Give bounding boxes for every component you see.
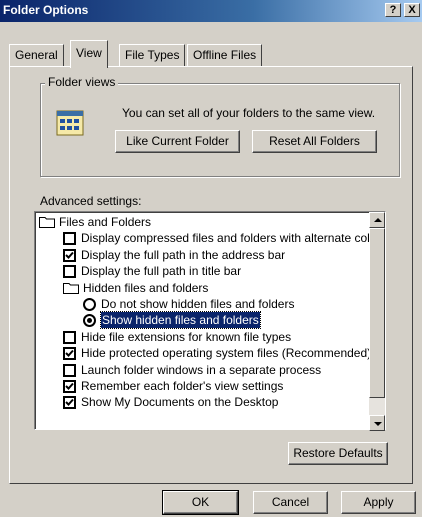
ok-label: OK (191, 495, 210, 509)
tab-offline-files[interactable]: Offline Files (187, 44, 263, 66)
cancel-button[interactable]: Cancel (253, 491, 328, 514)
checkbox[interactable] (63, 380, 76, 393)
scroll-thumb[interactable] (369, 228, 385, 398)
like-current-folder-label: Like Current Folder (126, 134, 229, 148)
checkmark-icon (65, 399, 74, 407)
vertical-scrollbar[interactable] (369, 212, 385, 431)
settings-row-label: Hide file extensions for known file type… (81, 329, 292, 344)
help-button[interactable]: ? (385, 3, 401, 17)
checkmark-icon (65, 382, 74, 390)
folder-views-description: You can set all of your folders to the s… (122, 106, 376, 120)
ok-button[interactable]: OK (162, 490, 239, 515)
radio-button[interactable] (83, 314, 96, 328)
settings-row-label: Hide protected operating system files (R… (81, 346, 372, 361)
restore-defaults-button[interactable]: Restore Defaults (288, 442, 388, 465)
cancel-label: Cancel (271, 495, 310, 509)
radio-button[interactable] (83, 298, 96, 311)
checkbox[interactable] (63, 232, 76, 246)
settings-row-label: Do not show hidden files and folders (101, 297, 295, 311)
like-current-folder-button[interactable]: Like Current Folder (115, 130, 240, 153)
reset-all-folders-label: Reset All Folders (269, 134, 360, 148)
folder-icon (63, 282, 79, 294)
settings-row-label: Hidden files and folders (83, 280, 209, 295)
checkmark-icon (65, 350, 74, 358)
folder-icon (39, 216, 55, 228)
checkbox[interactable] (63, 248, 76, 262)
advanced-settings-label: Advanced settings: (40, 194, 142, 208)
settings-row-label: Files and Folders (59, 215, 152, 229)
scroll-down-button[interactable] (369, 415, 385, 431)
apply-label: Apply (363, 495, 394, 509)
tab-general[interactable]: General (9, 44, 64, 66)
close-button[interactable]: X (404, 3, 420, 17)
folder-options-dialog: Folder Options ? X General View File Typ… (0, 0, 422, 517)
scroll-up-button[interactable] (369, 212, 385, 228)
settings-row-label: Show hidden files and folders (100, 311, 261, 330)
settings-row-label: Remember each folder's view settings (81, 379, 284, 393)
settings-row-label: Display the full path in title bar (81, 264, 242, 279)
tab-file-types[interactable]: File Types (119, 44, 186, 66)
title-bar[interactable]: Folder Options ? X (0, 0, 422, 22)
folder-views-legend: Folder views (45, 75, 119, 89)
window-title: Folder Options (3, 3, 89, 17)
checkbox[interactable] (63, 396, 76, 410)
checkmark-icon (65, 251, 74, 259)
advanced-settings-tree[interactable]: Files and Folders Display compressed file… (34, 211, 386, 431)
checkbox[interactable] (63, 363, 76, 377)
arrow-down-icon (374, 422, 382, 426)
checkbox[interactable] (63, 347, 76, 361)
reset-all-folders-button[interactable]: Reset All Folders (252, 130, 377, 153)
radio-dot (87, 318, 92, 324)
arrow-up-icon (374, 218, 382, 222)
settings-row-label: Launch folder windows in a separate proc… (81, 362, 322, 377)
tab-view[interactable]: View (70, 40, 108, 68)
settings-row-label: Display compressed files and folders wit… (81, 231, 381, 246)
restore-defaults-label: Restore Defaults (293, 446, 383, 460)
checkbox[interactable] (63, 330, 76, 344)
folder-views-icon (55, 107, 87, 137)
apply-button[interactable]: Apply (341, 491, 416, 514)
settings-row-label: Display the full path in the address bar (81, 247, 286, 262)
checkbox[interactable] (63, 265, 76, 279)
settings-row-label: Show My Documents on the Desktop (81, 395, 279, 410)
